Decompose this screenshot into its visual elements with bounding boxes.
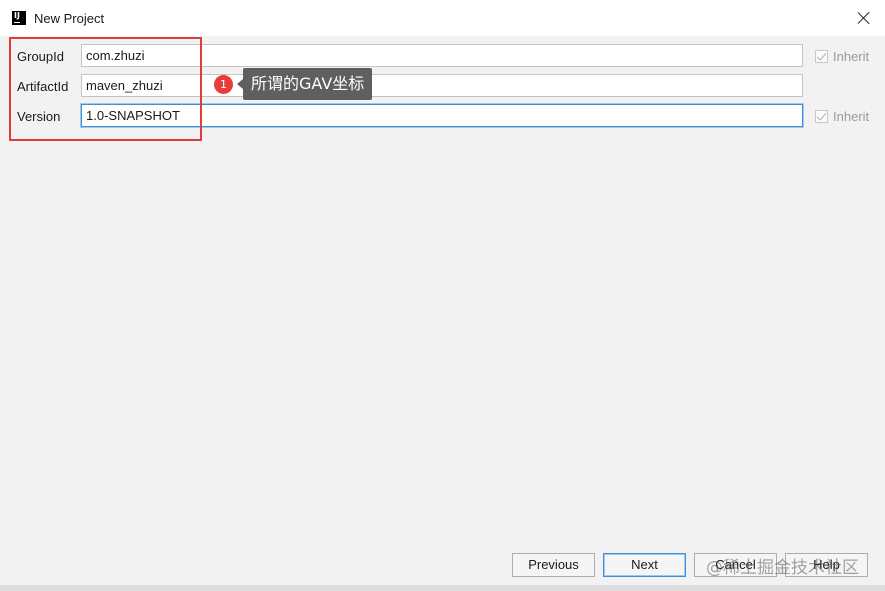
close-icon[interactable]: [856, 10, 872, 26]
previous-button[interactable]: Previous: [512, 553, 595, 577]
cancel-button[interactable]: Cancel: [694, 553, 777, 577]
inherit-label: Inherit: [833, 109, 870, 124]
window-title: New Project: [34, 11, 105, 26]
intellij-icon: IJ: [12, 11, 26, 25]
next-button[interactable]: Next: [603, 553, 686, 577]
title-bar: IJ New Project: [0, 0, 885, 36]
help-button[interactable]: Help: [785, 553, 868, 577]
annotation-callout: 所谓的GAV坐标: [236, 68, 373, 100]
inherit-label: Inherit: [833, 49, 870, 64]
group-id-inherit-checkbox[interactable]: Inherit: [815, 49, 869, 64]
checkbox-checked-icon: [815, 50, 828, 63]
annotation-number-badge: 1: [214, 75, 233, 94]
checkbox-checked-icon: [815, 110, 828, 123]
gav-highlight-box: [9, 37, 202, 141]
version-inherit-checkbox[interactable]: Inherit: [815, 109, 869, 124]
editor-background-strip: [0, 585, 885, 591]
